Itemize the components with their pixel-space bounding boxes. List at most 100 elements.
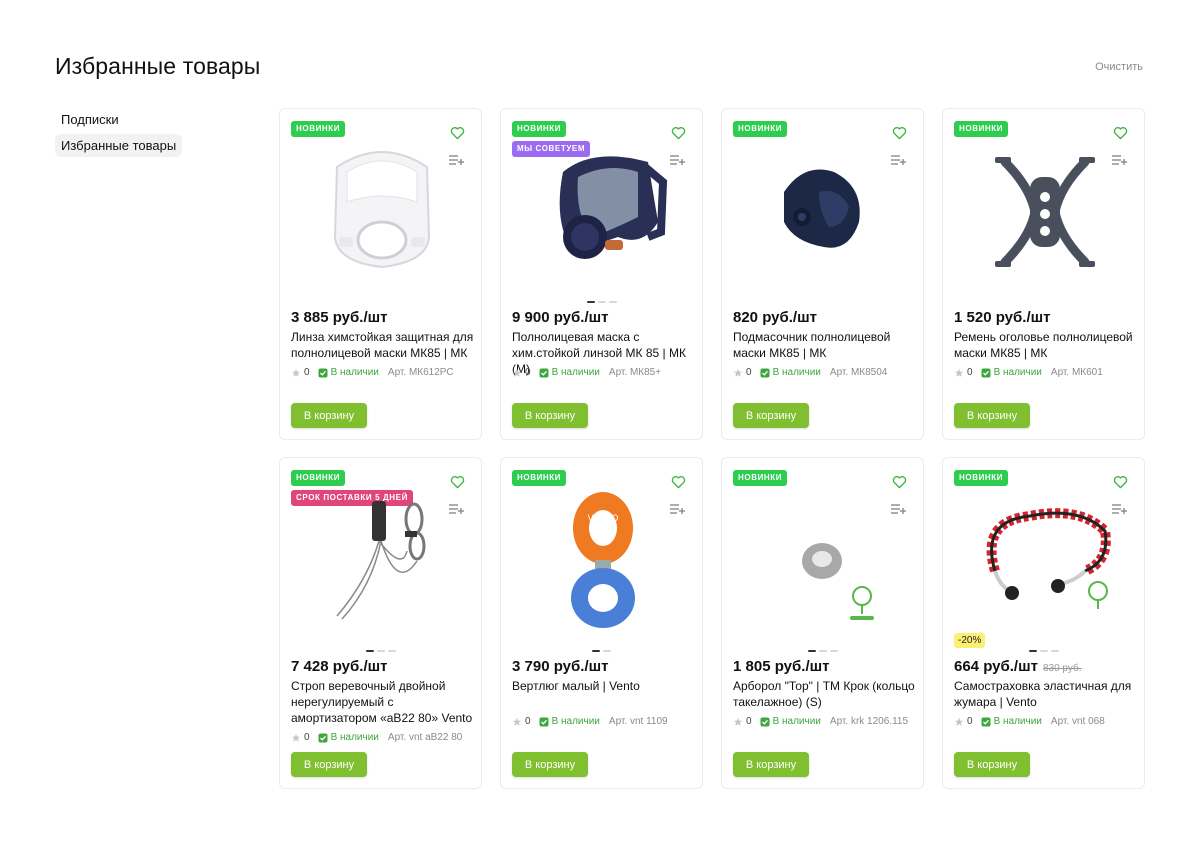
article-number: Арт. МК601 xyxy=(1050,367,1103,378)
heart-icon[interactable] xyxy=(892,475,907,489)
image-slider-dots[interactable] xyxy=(501,650,702,652)
article-number: Арт. vnt 068 xyxy=(1050,716,1105,727)
product-card[interactable]: НОВИНКИ 1 805 руб./шт Арборол "Тор" | ТМ… xyxy=(721,457,924,789)
article-number: Арт. vnt 1109 xyxy=(608,716,668,727)
heart-icon[interactable] xyxy=(450,126,465,140)
slider-dot[interactable] xyxy=(1039,650,1048,652)
product-meta: 0 В наличии Арт. МК612РС xyxy=(291,367,454,378)
stock-status: В наличии xyxy=(551,367,600,378)
heart-icon[interactable] xyxy=(671,475,686,489)
heart-icon[interactable] xyxy=(1113,126,1128,140)
sidebar-item-subscriptions[interactable]: Подписки xyxy=(55,108,125,131)
rating-value: 0 xyxy=(525,367,531,378)
product-name[interactable]: Арборол "Тор" | ТМ Крок (кольцо такелажн… xyxy=(733,678,918,710)
add-to-cart-button[interactable]: В корзину xyxy=(291,752,367,777)
product-card[interactable]: НОВИНКИ 1 520 руб./шт Ремень оголовье по… xyxy=(942,108,1145,440)
product-name[interactable]: Самостраховка эластичная для жумара | Ve… xyxy=(954,678,1139,710)
product-card[interactable]: НОВИНКИ МЫ СОВЕТУЕМ 9 900 руб./шт Полноли… xyxy=(500,108,703,440)
product-image[interactable] xyxy=(300,488,463,638)
product-card[interactable]: НОВИНКИ -20% 664 руб./шт 830 руб. Самост… xyxy=(942,457,1145,789)
old-price: 830 руб. xyxy=(1042,663,1082,674)
product-name[interactable]: Подмасочник полнолицевой маски МК85 | МК xyxy=(733,329,918,361)
price-row: 1 520 руб./шт xyxy=(954,309,1050,326)
product-image[interactable] xyxy=(742,139,905,289)
product-name[interactable]: Линза химстойкая защитная для полнолицев… xyxy=(291,329,476,361)
stock-status: В наличии xyxy=(993,367,1042,378)
article-number: Арт. МК8504 xyxy=(829,367,888,378)
add-to-cart-button[interactable]: В корзину xyxy=(733,752,809,777)
star-icon xyxy=(733,368,743,377)
slider-dot[interactable] xyxy=(818,650,827,652)
slider-dot[interactable] xyxy=(597,301,606,303)
product-card[interactable]: НОВИНКИ 3 885 руб./шт Линза химстойкая з… xyxy=(279,108,482,440)
product-card[interactable]: НОВИНКИ 820 руб./шт Подмасочник полнолиц… xyxy=(721,108,924,440)
product-image[interactable] xyxy=(963,488,1126,638)
product-meta: 0 В наличии Арт. МК8504 xyxy=(733,367,887,378)
stock-status: В наличии xyxy=(330,367,379,378)
product-meta: 0 В наличии Арт. vnt 068 xyxy=(954,716,1105,727)
stock-status: В наличии xyxy=(993,716,1042,727)
image-slider-dots[interactable] xyxy=(943,650,1144,652)
product-image[interactable] xyxy=(963,139,1126,289)
product-price: 9 900 руб./шт xyxy=(512,309,609,326)
image-slider-dots[interactable] xyxy=(722,650,923,652)
rating-value: 0 xyxy=(304,367,310,378)
slider-dot[interactable] xyxy=(1050,650,1059,652)
product-name[interactable]: Строп веревочный двойной нерегулируемый … xyxy=(291,678,476,726)
product-image[interactable] xyxy=(521,139,684,289)
product-meta: 0 В наличии Арт. МК85+ xyxy=(512,367,661,378)
product-card[interactable]: НОВИНКИ СРОК ПОСТАВКИ 5 ДНЕЙ 7 428 руб./ш… xyxy=(279,457,482,789)
add-to-cart-button[interactable]: В корзину xyxy=(512,403,588,428)
price-row: 664 руб./шт 830 руб. xyxy=(954,658,1081,675)
product-meta: 0 В наличии Арт. vnt 1109 xyxy=(512,716,668,727)
add-to-cart-button[interactable]: В корзину xyxy=(954,752,1030,777)
price-row: 7 428 руб./шт xyxy=(291,658,387,675)
stock-status: В наличии xyxy=(772,716,821,727)
heart-icon[interactable] xyxy=(671,126,686,140)
slider-dot[interactable] xyxy=(387,650,396,652)
slider-dot[interactable] xyxy=(376,650,385,652)
sidebar: Подписки Избранные товары xyxy=(55,108,235,160)
product-badge: НОВИНКИ xyxy=(733,470,788,486)
add-to-cart-button[interactable]: В корзину xyxy=(954,403,1030,428)
badge-group: НОВИНКИ xyxy=(954,470,1009,486)
image-slider-dots[interactable] xyxy=(501,301,702,303)
add-to-cart-button[interactable]: В корзину xyxy=(291,403,367,428)
product-meta: 0 В наличии Арт. МК601 xyxy=(954,367,1103,378)
rating-value: 0 xyxy=(967,367,973,378)
slider-dot[interactable] xyxy=(365,650,374,652)
check-icon xyxy=(539,368,549,377)
check-icon xyxy=(760,717,770,726)
elastic-lanyard-icon xyxy=(970,491,1120,636)
clear-favorites-link[interactable]: Очистить xyxy=(1095,61,1143,73)
product-name[interactable]: Ремень оголовье полнолицевой маски МК85 … xyxy=(954,329,1139,361)
rating-value: 0 xyxy=(304,732,310,743)
inner-mask-icon xyxy=(764,152,884,277)
slider-dot[interactable] xyxy=(829,650,838,652)
image-slider-dots[interactable] xyxy=(280,650,481,652)
slider-dot[interactable] xyxy=(592,650,600,652)
heart-icon[interactable] xyxy=(450,475,465,489)
slider-dot[interactable] xyxy=(586,301,595,303)
star-icon xyxy=(512,717,522,726)
slider-dot[interactable] xyxy=(807,650,816,652)
product-name[interactable]: Вертлюг малый | Vento xyxy=(512,678,697,694)
add-to-cart-button[interactable]: В корзину xyxy=(512,752,588,777)
heart-icon[interactable] xyxy=(892,126,907,140)
slider-dot[interactable] xyxy=(603,650,611,652)
article-number: Арт. vnt аВ22 80 xyxy=(387,732,463,743)
product-badge: НОВИНКИ xyxy=(733,121,788,137)
product-image[interactable]: VENTO xyxy=(521,488,684,638)
add-to-cart-button[interactable]: В корзину xyxy=(733,403,809,428)
slider-dot[interactable] xyxy=(1028,650,1037,652)
slider-dot[interactable] xyxy=(608,301,617,303)
product-badge: НОВИНКИ xyxy=(512,121,567,137)
product-card[interactable]: НОВИНКИ VENTO 3 790 руб./шт Вертлюг малы… xyxy=(500,457,703,789)
product-image[interactable] xyxy=(742,488,905,638)
sidebar-item-favorites[interactable]: Избранные товары xyxy=(55,134,183,157)
price-row: 9 900 руб./шт xyxy=(512,309,608,326)
heart-icon[interactable] xyxy=(1113,475,1128,489)
svg-text:VENTO: VENTO xyxy=(587,513,618,523)
product-image[interactable] xyxy=(300,139,463,289)
rating-value: 0 xyxy=(967,716,973,727)
